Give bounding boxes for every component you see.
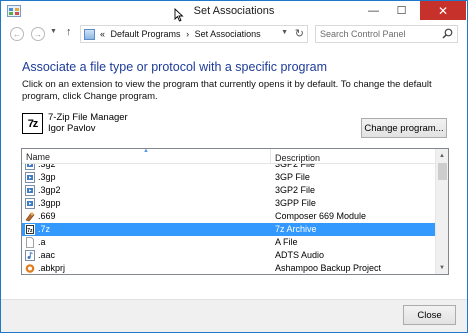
column-header-description[interactable]: Description (275, 152, 448, 164)
seven-zip-icon: 7z (22, 113, 43, 134)
description-label: 7z Archive (275, 224, 317, 234)
navigation-bar: ← → ▼ ↑ « Default Programs › Set Associa… (1, 23, 467, 45)
breadcrumb: « Default Programs › Set Associations (100, 29, 264, 39)
svg-text:7z: 7z (27, 228, 33, 234)
video-file-icon (25, 198, 35, 209)
back-arrow-icon: ← (13, 29, 21, 39)
scrollbar-thumb[interactable] (438, 163, 447, 180)
scroll-up-icon[interactable]: ▲ (436, 149, 448, 162)
title-bar[interactable]: Set Associations — ☐ ✕ (1, 1, 467, 22)
list-item[interactable]: .3gp 3GP File (22, 171, 436, 184)
audio-file-icon (25, 250, 35, 261)
description-label: ADTS Audio (275, 250, 325, 260)
extension-label: .669 (38, 211, 56, 221)
list-item[interactable]: .669 Composer 669 Module (22, 210, 436, 223)
sort-indicator-icon: ▲ (143, 148, 149, 154)
search-box[interactable] (315, 25, 458, 43)
search-icon[interactable] (442, 28, 453, 39)
refresh-icon[interactable]: ↻ (295, 27, 304, 40)
scroll-down-icon[interactable]: ▼ (436, 261, 448, 274)
column-divider[interactable] (270, 149, 271, 164)
video-file-icon (25, 172, 35, 183)
generic-file-icon (25, 237, 35, 248)
up-button[interactable]: ↑ (66, 26, 72, 38)
list-rows: .3g2 3GP2 File .3gp 3GP File .3gp2 3GP2 File.… (22, 164, 436, 274)
breadcrumb-set-associations[interactable]: Set Associations (195, 29, 261, 39)
change-program-button[interactable]: Change program... (361, 118, 447, 138)
search-input[interactable] (320, 28, 435, 40)
list-item[interactable]: .3g2 3GP2 File (22, 164, 436, 171)
list-item-selected[interactable]: 7z .7z 7z Archive (22, 223, 436, 236)
extension-label: .3gp2 (38, 185, 61, 195)
up-arrow-icon: ↑ (66, 26, 72, 38)
control-panel-icon (84, 29, 95, 40)
maximize-button[interactable]: ☐ (388, 1, 415, 20)
video-file-icon (25, 164, 35, 170)
minimize-button[interactable]: — (360, 1, 387, 20)
set-associations-window: Set Associations — ☐ ✕ ← → ▼ ↑ « Default… (0, 0, 468, 333)
address-dropdown-icon[interactable]: ▼ (281, 29, 288, 36)
vertical-scrollbar[interactable]: ▲ ▼ (435, 149, 448, 274)
list-item[interactable]: .aac ADTS Audio (22, 249, 436, 262)
extension-label: .a (38, 237, 46, 247)
close-window-button[interactable]: ✕ (420, 1, 466, 20)
dialog-footer: Close (1, 299, 467, 332)
video-file-icon (25, 185, 35, 196)
page-heading: Associate a file type or protocol with a… (22, 60, 327, 74)
list-header: ▲ Name Description (22, 149, 436, 164)
description-label: 3GPP File (275, 198, 316, 208)
description-label: 3GP2 File (275, 185, 316, 195)
program-name: 7-Zip File Manager (48, 112, 128, 123)
list-item[interactable]: .a A File (22, 236, 436, 249)
associations-list[interactable]: ▲ Name Description .3g2 3GP2 File .3gp 3GP … (21, 148, 449, 275)
breadcrumb-overflow[interactable]: « (100, 29, 105, 39)
extension-label: .7z (38, 224, 51, 234)
address-bar[interactable]: « Default Programs › Set Associations ▼ … (80, 25, 308, 43)
extension-label: .abkprj (38, 263, 66, 273)
recent-locations-dropdown[interactable]: ▼ (50, 28, 57, 35)
list-item[interactable]: .abkprj Ashampoo Backup Project (22, 262, 436, 274)
close-button[interactable]: Close (403, 305, 456, 325)
description-label: 3GP2 File (275, 164, 316, 169)
extension-label: .aac (38, 250, 56, 260)
page-description: Click on an extension to view the progra… (22, 79, 432, 102)
mouse-cursor-icon (174, 8, 184, 22)
backup-project-icon (25, 263, 35, 274)
media-module-icon (25, 211, 35, 222)
archive-icon: 7z (25, 224, 35, 235)
forward-button[interactable]: → (31, 27, 45, 41)
forward-arrow-icon: → (34, 29, 42, 39)
description-label: 3GP File (275, 172, 310, 182)
description-label: Composer 669 Module (275, 211, 367, 221)
description-label: Ashampoo Backup Project (275, 263, 382, 273)
list-item[interactable]: .3gpp 3GPP File (22, 197, 436, 210)
extension-label: .3gpp (38, 198, 61, 208)
list-item[interactable]: .3gp2 3GP2 File (22, 184, 436, 197)
breadcrumb-default-programs[interactable]: Default Programs (111, 29, 181, 39)
extension-label: .3gp (38, 172, 56, 182)
extension-label: .3g2 (38, 164, 56, 169)
breadcrumb-separator[interactable]: › (186, 29, 189, 39)
back-button[interactable]: ← (10, 27, 24, 41)
column-header-name[interactable]: Name (26, 152, 50, 162)
program-author: Igor Pavlov (48, 123, 96, 134)
description-label: A File (275, 237, 298, 247)
